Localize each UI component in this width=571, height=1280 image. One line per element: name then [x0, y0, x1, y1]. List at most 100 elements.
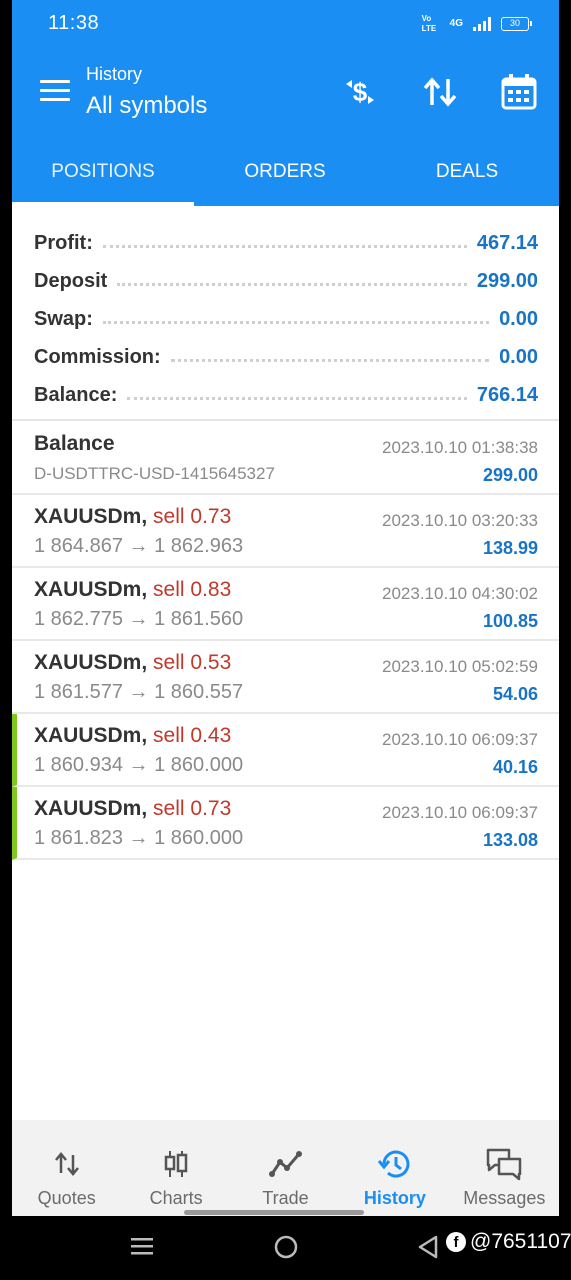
header-subtitle: History	[86, 64, 143, 84]
deals-list: Balance D-USDTTRC-USD-1415645327 2023.10…	[12, 422, 559, 860]
facebook-icon: f	[446, 1232, 466, 1252]
watermark: f @7651107	[446, 1230, 571, 1254]
currency-exchange-icon[interactable]: $	[338, 70, 382, 114]
deal-time: 2023.10.10 01:38:38	[382, 438, 538, 457]
deal-detail: 1 864.867 → 1 862.963	[34, 535, 244, 557]
nav-messages[interactable]: Messages	[450, 1120, 559, 1216]
deal-volume: 0.43	[190, 724, 232, 747]
deal-detail: 1 862.775 → 1 861.560	[34, 608, 244, 630]
bottom-nav: Quotes Charts Trade History Messages	[12, 1120, 559, 1216]
recents-icon[interactable]	[130, 1234, 154, 1263]
list-item[interactable]: Balance D-USDTTRC-USD-1415645327 2023.10…	[12, 422, 559, 495]
summary-row-swap: Swap: 0.00	[12, 300, 559, 338]
deal-symbol-line: XAUUSDm, sell 0.83	[34, 578, 231, 602]
summary-value: 299.00	[476, 269, 538, 292]
menu-icon[interactable]	[40, 80, 70, 102]
summary-row-commission: Commission: 0.00	[12, 338, 559, 376]
deal-symbol: Balance	[34, 432, 115, 455]
calendar-icon[interactable]	[497, 70, 541, 114]
deal-symbol: XAUUSDm,	[34, 724, 148, 747]
back-icon[interactable]	[416, 1234, 440, 1265]
deal-type: sell	[153, 724, 185, 747]
summary-row-balance: Balance: 766.14	[12, 376, 559, 414]
deal-type: sell	[153, 578, 185, 601]
summary-value: 766.14	[476, 383, 538, 406]
dotted-leader	[127, 396, 467, 400]
list-item[interactable]: XAUUSDm, sell 0.73 1 864.867 → 1 862.963…	[12, 495, 559, 568]
deal-time: 2023.10.10 05:02:59	[382, 657, 538, 676]
tab-bar: POSITIONS ORDERS DEALS	[12, 140, 559, 206]
summary-row-profit: Profit: 467.14	[12, 224, 559, 262]
summary-row-deposit: Deposit 299.00	[12, 262, 559, 300]
summary-label: Commission:	[34, 345, 161, 368]
deal-time: 2023.10.10 06:09:37	[382, 803, 538, 822]
history-icon	[340, 1146, 449, 1182]
signal-icon	[473, 17, 491, 31]
deal-type: sell	[153, 505, 185, 528]
deal-type: sell	[153, 651, 185, 674]
status-bar: 11:38 Vo LTE 4G 30	[12, 0, 559, 48]
deal-profit: 299.00	[482, 465, 538, 485]
app-header: 11:38 Vo LTE 4G 30 History All symbols $	[12, 0, 559, 206]
tab-positions[interactable]: POSITIONS	[12, 140, 194, 206]
header-title[interactable]: All symbols	[86, 92, 207, 120]
home-icon[interactable]	[273, 1234, 299, 1265]
deal-symbol-line: XAUUSDm, sell 0.73	[34, 505, 231, 529]
app-screen: 11:38 Vo LTE 4G 30 History All symbols $	[12, 0, 559, 1216]
summary-panel: Profit: 467.14 Deposit 299.00 Swap: 0.00…	[12, 206, 559, 422]
network-4g-icon: 4G	[449, 18, 463, 29]
status-icons: Vo LTE 4G 30	[421, 14, 532, 34]
divider	[12, 419, 559, 421]
svg-text:$: $	[353, 77, 368, 107]
summary-value: 0.00	[499, 345, 538, 368]
list-item[interactable]: XAUUSDm, sell 0.73 1 861.823 → 1 860.000…	[12, 787, 559, 860]
messages-icon	[450, 1146, 559, 1182]
home-indicator[interactable]	[184, 1210, 364, 1215]
list-item[interactable]: XAUUSDm, sell 0.43 1 860.934 → 1 860.000…	[12, 714, 559, 787]
deal-volume: 0.83	[190, 578, 232, 601]
summary-label: Balance:	[34, 383, 118, 406]
deal-time: 2023.10.10 04:30:02	[382, 584, 538, 603]
quotes-icon	[12, 1146, 121, 1182]
dotted-leader	[170, 358, 490, 362]
trade-icon	[231, 1146, 340, 1182]
nav-label: Charts	[149, 1188, 203, 1208]
deal-time: 2023.10.10 03:20:33	[382, 511, 538, 530]
nav-charts[interactable]: Charts	[121, 1120, 230, 1216]
deal-detail: 1 861.823 → 1 860.000	[34, 827, 244, 849]
sort-icon[interactable]	[418, 70, 462, 114]
deal-profit: 138.99	[482, 538, 538, 558]
nav-label: Trade	[262, 1188, 309, 1208]
deal-symbol-line: XAUUSDm, sell 0.53	[34, 651, 231, 675]
watermark-text: @7651107	[470, 1230, 571, 1253]
battery-icon: 30	[501, 17, 532, 31]
deal-detail: 1 860.934 → 1 860.000	[34, 754, 244, 776]
deal-detail: D-USDTTRC-USD-1415645327	[34, 464, 275, 483]
summary-value: 467.14	[476, 231, 538, 254]
nav-label: History	[363, 1188, 426, 1208]
tab-deals[interactable]: DEALS	[376, 140, 558, 206]
deal-symbol: XAUUSDm,	[34, 797, 148, 820]
list-item[interactable]: XAUUSDm, sell 0.53 1 861.577 → 1 860.557…	[12, 641, 559, 714]
deal-symbol-line: XAUUSDm, sell 0.43	[34, 724, 231, 748]
summary-label: Swap:	[34, 307, 93, 330]
nav-quotes[interactable]: Quotes	[12, 1120, 121, 1216]
dotted-leader	[117, 282, 467, 286]
deal-profit: 133.08	[482, 830, 538, 850]
deal-symbol: XAUUSDm,	[34, 578, 148, 601]
tab-orders[interactable]: ORDERS	[194, 140, 376, 206]
deal-symbol: XAUUSDm,	[34, 651, 148, 674]
nav-history[interactable]: History	[340, 1120, 449, 1216]
volte-icon: Vo LTE	[421, 14, 437, 33]
deal-profit: 100.85	[482, 611, 538, 631]
deal-volume: 0.53	[190, 651, 232, 674]
nav-trade[interactable]: Trade	[231, 1120, 340, 1216]
dotted-leader	[102, 244, 467, 248]
summary-value: 0.00	[499, 307, 538, 330]
nav-label: Messages	[463, 1188, 546, 1208]
list-item[interactable]: XAUUSDm, sell 0.83 1 862.775 → 1 861.560…	[12, 568, 559, 641]
deal-volume: 0.73	[190, 505, 232, 528]
nav-label: Quotes	[37, 1188, 96, 1208]
deal-profit: 54.06	[492, 684, 538, 704]
summary-label: Deposit	[34, 269, 108, 292]
